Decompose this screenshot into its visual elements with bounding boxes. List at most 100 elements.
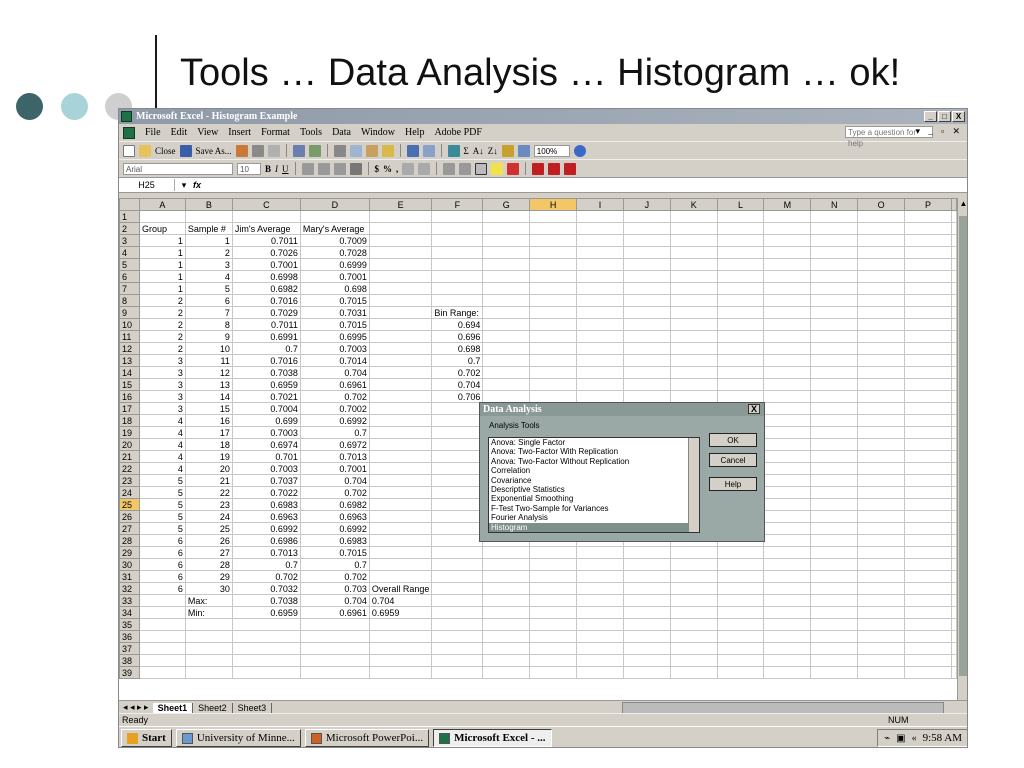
cell[interactable]: [763, 522, 812, 535]
cell[interactable]: [951, 594, 957, 607]
cell[interactable]: [669, 354, 718, 367]
cell[interactable]: [431, 666, 484, 679]
cell[interactable]: 6: [138, 546, 186, 559]
cell[interactable]: [904, 618, 952, 631]
cell[interactable]: [431, 450, 484, 463]
cell[interactable]: [763, 378, 812, 391]
cell[interactable]: [810, 558, 859, 571]
cell[interactable]: 0.7013: [231, 546, 301, 559]
cell[interactable]: [904, 354, 952, 367]
row-header[interactable]: 15: [119, 378, 140, 391]
cell[interactable]: [368, 306, 433, 319]
cell[interactable]: [716, 258, 765, 271]
column-header[interactable]: L: [716, 198, 765, 211]
cell[interactable]: 21: [184, 474, 233, 487]
cell[interactable]: 6: [138, 534, 186, 547]
row-header[interactable]: 6: [119, 270, 140, 283]
tray-network-icon[interactable]: ⌁: [884, 733, 890, 744]
cell[interactable]: [482, 606, 531, 619]
cell[interactable]: [622, 654, 671, 667]
cell[interactable]: [763, 342, 812, 355]
cell[interactable]: [810, 546, 859, 559]
menu-format[interactable]: Format: [261, 127, 290, 138]
cell[interactable]: [529, 306, 578, 319]
cell[interactable]: [576, 234, 624, 247]
analysis-tool-item[interactable]: Anova: Two-Factor Without Replication: [489, 457, 699, 466]
cell[interactable]: [857, 642, 906, 655]
cell[interactable]: [529, 390, 578, 403]
cell[interactable]: [622, 294, 671, 307]
start-button[interactable]: Start: [121, 729, 172, 747]
cell[interactable]: [810, 426, 859, 439]
cell[interactable]: [763, 462, 812, 475]
cell[interactable]: [622, 210, 671, 223]
cell[interactable]: [904, 606, 952, 619]
cell[interactable]: [482, 258, 531, 271]
cell[interactable]: [368, 318, 433, 331]
cell[interactable]: [763, 330, 812, 343]
cell[interactable]: [716, 546, 765, 559]
align-right-icon[interactable]: [333, 162, 346, 175]
cut-icon[interactable]: [333, 144, 346, 157]
cell[interactable]: [763, 246, 812, 259]
cell[interactable]: [951, 546, 957, 559]
increase-indent-icon[interactable]: [459, 162, 472, 175]
cell[interactable]: [368, 342, 433, 355]
cell[interactable]: 0.7013: [299, 450, 370, 463]
cell[interactable]: [857, 474, 906, 487]
cell[interactable]: [529, 342, 578, 355]
cell[interactable]: [857, 246, 906, 259]
cell[interactable]: [810, 462, 859, 475]
align-left-icon[interactable]: [301, 162, 314, 175]
cell[interactable]: Jim's Average: [231, 222, 301, 235]
cell[interactable]: [810, 318, 859, 331]
cell[interactable]: [857, 378, 906, 391]
cell[interactable]: [368, 402, 433, 415]
cell[interactable]: [184, 666, 233, 679]
column-header[interactable]: P: [904, 198, 952, 211]
cell[interactable]: [368, 258, 433, 271]
cell[interactable]: [576, 582, 624, 595]
cell[interactable]: Overall Range: [368, 582, 433, 595]
cell[interactable]: 0.6959: [231, 606, 301, 619]
cell[interactable]: [951, 402, 957, 415]
cell[interactable]: [951, 390, 957, 403]
cell[interactable]: 0.6992: [231, 522, 301, 535]
cell[interactable]: [951, 246, 957, 259]
cell[interactable]: 4: [138, 414, 186, 427]
cell[interactable]: [368, 630, 433, 643]
pdf-review-icon[interactable]: [564, 162, 577, 175]
row-header[interactable]: 9: [119, 306, 140, 319]
cell[interactable]: 20: [184, 462, 233, 475]
cell[interactable]: [904, 234, 952, 247]
ok-button[interactable]: OK: [709, 433, 757, 447]
cell[interactable]: 0.702: [231, 570, 301, 583]
cell[interactable]: [431, 210, 484, 223]
cell[interactable]: 0.6992: [299, 414, 370, 427]
row-header[interactable]: 13: [119, 354, 140, 367]
cell[interactable]: [184, 630, 233, 643]
cell[interactable]: [763, 306, 812, 319]
cell[interactable]: [904, 318, 952, 331]
cell[interactable]: [431, 498, 484, 511]
cell[interactable]: [810, 222, 859, 235]
cell[interactable]: [904, 282, 952, 295]
cell[interactable]: [669, 630, 718, 643]
merge-center-icon[interactable]: [349, 162, 362, 175]
cell[interactable]: [857, 546, 906, 559]
cell[interactable]: [529, 222, 578, 235]
cell[interactable]: [431, 234, 484, 247]
cell[interactable]: [622, 330, 671, 343]
cell[interactable]: 4: [138, 462, 186, 475]
cell[interactable]: 0.702: [299, 390, 370, 403]
cell[interactable]: [763, 282, 812, 295]
format-painter-icon[interactable]: [381, 144, 394, 157]
cell[interactable]: 0.7011: [231, 318, 301, 331]
cell[interactable]: 19: [184, 450, 233, 463]
cell[interactable]: [431, 570, 484, 583]
cell[interactable]: [857, 270, 906, 283]
cell[interactable]: 0.7002: [299, 402, 370, 415]
cell[interactable]: [810, 234, 859, 247]
cell[interactable]: [904, 582, 952, 595]
cell[interactable]: Bin Range:: [431, 306, 484, 319]
